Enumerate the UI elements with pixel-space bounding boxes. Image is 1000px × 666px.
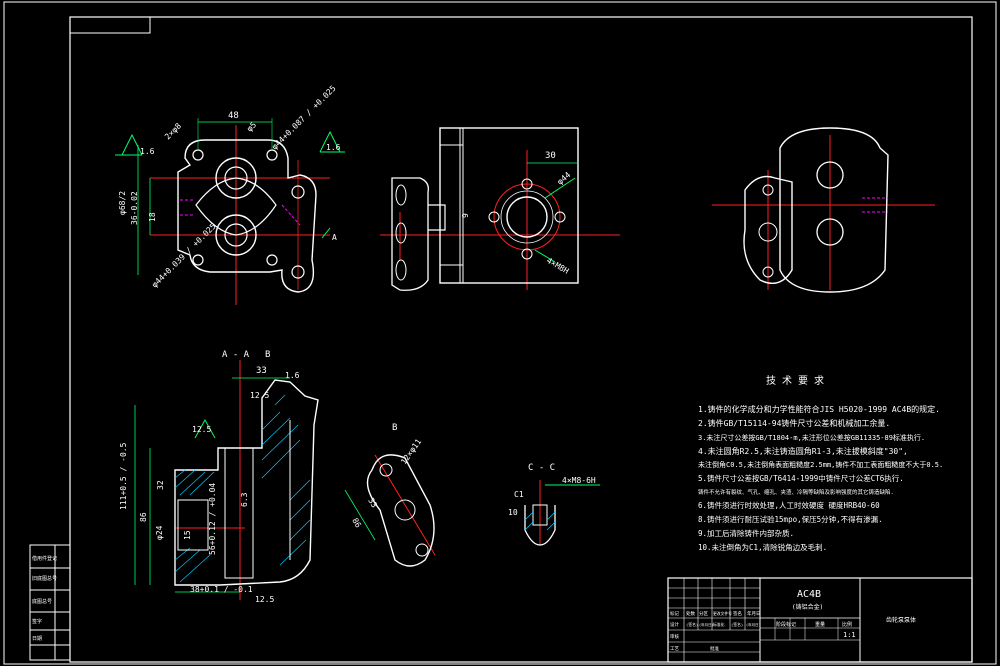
dim-phi44-top: φ44+0.087 / +0.025	[270, 84, 338, 152]
tb-r2-5: (年月日)	[746, 622, 761, 627]
dim-offset-30: 30	[545, 151, 556, 161]
dim-thread-4xm8h: 4×M8H	[545, 256, 571, 276]
tb-r4-0: 工艺	[670, 646, 679, 652]
tech-req-item-9: 9.加工后清除铸件内部杂质.	[698, 528, 794, 538]
dim-2xphi8: 2×φ8	[163, 121, 183, 141]
tech-req-heading: 技 术 要 求	[766, 374, 824, 387]
section-a-a: A - A B 33 1.6 12.5 12.5 111+0.5 / -0.5	[119, 350, 319, 604]
dim-height-left: φ68/2	[118, 191, 127, 215]
tech-req-item-10: 10.未注倒角为C1,清除锐角边及毛刺.	[698, 542, 827, 552]
tb-r2-3: 标准化	[713, 622, 725, 627]
rough-left: 1.6	[140, 147, 155, 156]
title-block: AC4B (铸铝合金) 阶段标记 重量 比例 1:1 齿轮泵泵体 标记 处数 分…	[667, 577, 973, 663]
dim-aa-12.5-left: 12.5	[192, 425, 211, 434]
marker-a: A	[332, 233, 337, 242]
cc-c1: C1	[514, 490, 524, 499]
section-aa-marker-b: B	[265, 350, 270, 360]
tech-req-item-1: 2.铸件GB/T15114-94铸件尺寸公差和机械加工余量.	[698, 418, 890, 428]
tech-req-item-2: 3.未注尺寸公差按GB/T1804-m,未注形位公差按GB11335-89标准执…	[698, 433, 925, 442]
dim-aa-15: 15	[183, 530, 192, 540]
tech-req-item-7: 6.铸件须进行时效处理,人工时效硬度 硬度HRB40-60	[698, 500, 880, 510]
tb-r1-5: 年月日	[747, 610, 761, 617]
title-scale: 1:1	[843, 631, 856, 639]
dim-bolt-circle: φ44	[556, 170, 573, 186]
view-b: B 12×φ11 33 86	[344, 423, 436, 567]
dim-aa-86: 86	[139, 512, 148, 522]
left-strip-label-4: 日期	[32, 636, 42, 642]
dim-bore-center: 36-0.02	[130, 191, 139, 225]
cc-thread: 4×M8-6H	[562, 476, 596, 485]
section-aa-title: A - A	[222, 350, 250, 360]
dim-aa-56: 56+0.12 / +0.04	[208, 483, 217, 555]
title-part-sub: (铸铝合金)	[792, 603, 823, 611]
dim-aa-12.5-bottom: 12.5	[255, 595, 274, 604]
dim-aa-6.3: 6.3	[240, 492, 249, 507]
title-part-code: AC4B	[797, 589, 821, 600]
left-side-strip: 借用件登记 旧底图总号 底图总号 签字 日期	[29, 544, 71, 661]
tech-requirements: 技 术 要 求 1.铸件的化学成分和力学性能符合JIS H5020-1999 A…	[698, 374, 943, 552]
view-b-33: 33	[366, 497, 379, 510]
tb-r1-0: 标记	[670, 610, 679, 617]
tech-req-item-4: 未注倒角C0.5,未注倒角表面粗糙度2.5mm,铸件不加工表面粗糙度不大于0.5…	[698, 460, 943, 469]
title-label-scale: 比例	[842, 621, 852, 628]
tech-req-item-5: 5.铸件尺寸公差按GB/T6414-1999中铸件尺寸公差CT6执行.	[698, 473, 904, 483]
dim-aa-33: 33	[256, 366, 267, 376]
dim-aa-1.6: 1.6	[285, 371, 300, 380]
left-strip-label-2: 底图总号	[32, 598, 52, 605]
tb-r3-0: 审核	[670, 633, 679, 640]
dim-width-48: 48	[228, 111, 239, 121]
dim-aa-12.5-top: 12.5	[250, 391, 269, 400]
title-drawing-name: 齿轮泵泵体	[886, 616, 916, 624]
tech-req-item-6: 铸件不允许有裂纹、气孔、缩孔、夹渣、冷隔等缺陷及影响强度的其它铸造缺陷.	[698, 488, 894, 496]
left-strip-label-3: 签字	[32, 618, 42, 625]
tb-r4-1: 批准	[710, 645, 719, 652]
dim-aa-111: 111+0.5 / -0.5	[119, 442, 128, 510]
tech-req-item-0: 1.铸件的化学成分和力学性能符合JIS H5020-1999 AC4B的规定.	[698, 404, 940, 414]
view-b-phi: 12×φ11	[399, 437, 423, 466]
tb-r2-2: (年月日)	[699, 622, 714, 627]
left-strip-label-1: 旧底图总号	[32, 575, 57, 582]
tech-req-item-3: 4.未注圆角R2.5,未注铸造圆角R1-3,未注拔模斜度"30",	[698, 446, 908, 456]
view-b-title: B	[392, 423, 397, 433]
code-box-top-left	[69, 16, 151, 34]
dim-aa-phi24: φ24	[155, 525, 164, 540]
cad-drawing: 借用件登记 旧底图总号 底图总号 签字 日期 48 φ68/2 36-0.02 …	[3, 1, 997, 665]
tb-r2-4: (签名)	[731, 622, 743, 627]
view-b-86: 86	[350, 517, 363, 530]
dim-gap-9: 9	[461, 213, 470, 218]
title-label-weight: 重量	[815, 621, 825, 628]
dim-phi44-bottom: φ44+0.039 / +0.025	[150, 222, 218, 290]
dim-height-18: 18	[148, 212, 157, 222]
left-strip-label-0: 借用件登记	[32, 555, 57, 562]
right-view	[712, 127, 935, 293]
tb-r2-1: (签名)	[686, 622, 698, 627]
rough-right: 1.6	[326, 143, 341, 152]
top-view: 48 φ68/2 36-0.02 18 2×φ8 φ44+0.087 / +0.…	[115, 84, 345, 305]
dim-aa-32: 32	[156, 480, 165, 490]
sheet-inner-border	[69, 16, 973, 663]
tb-r1-2: 分区	[699, 610, 708, 617]
tb-r1-3: 更改文件号	[713, 611, 732, 616]
tb-r1-4: 签名	[733, 610, 742, 617]
dim-aa-38: 38+0.1 / -0.1	[190, 585, 253, 594]
front-view: 30 φ44 4×M8H 9	[380, 127, 620, 291]
tech-req-item-8: 8.铸件须进行耐压试验15mpo,保压5分钟,不得有渗漏.	[698, 514, 883, 524]
section-cc-title: C - C	[528, 463, 555, 473]
section-c-c: C - C 4×M8-6H C1 10	[508, 463, 600, 546]
tb-r1-1: 处数	[686, 610, 695, 617]
sheet-outer-border	[3, 1, 997, 665]
tb-r2-0: 设计	[670, 621, 679, 628]
title-label-stage: 阶段标记	[776, 621, 796, 628]
cc-10: 10	[508, 508, 518, 517]
